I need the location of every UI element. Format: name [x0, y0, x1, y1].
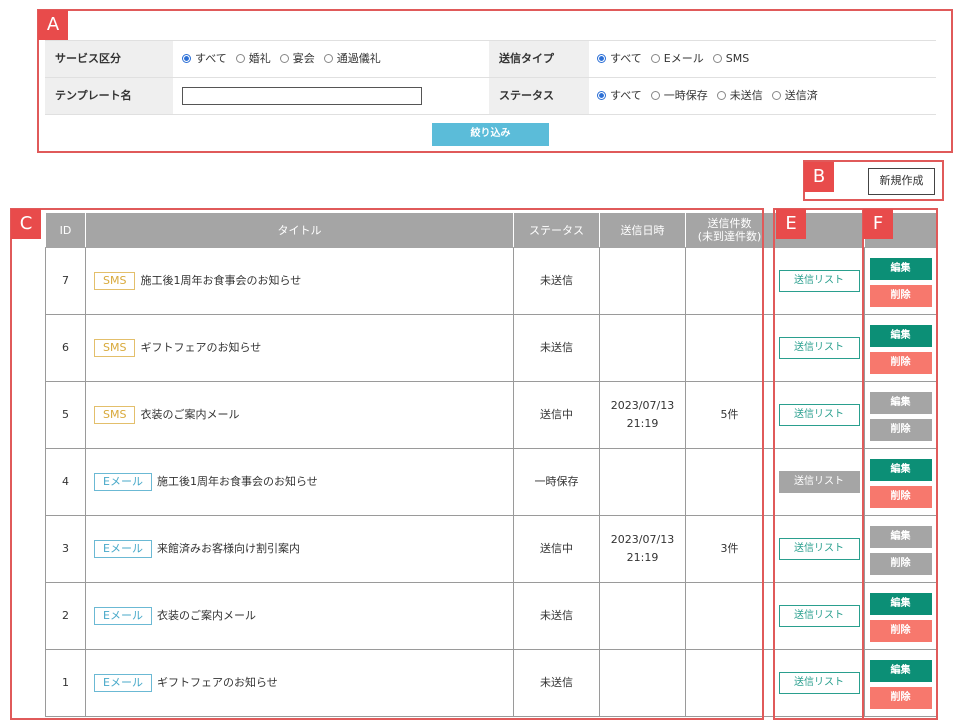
send-type-label: 送信タイプ — [489, 41, 589, 77]
send-type-radio-1[interactable]: Eメール — [650, 41, 704, 77]
status-radio-label: すべて — [610, 89, 642, 102]
annotation-frame-f — [862, 208, 938, 720]
service-label: サービス区分 — [45, 41, 173, 77]
send-type-radio-label: すべて — [610, 52, 642, 65]
service-radio-3[interactable]: 通過儀礼 — [323, 41, 381, 77]
status-radio-dot — [771, 91, 781, 100]
service-radio-2[interactable]: 宴会 — [279, 41, 315, 77]
filter-button[interactable]: 絞り込み — [432, 123, 549, 146]
template-name-input[interactable] — [182, 87, 422, 105]
status-radio-2[interactable]: 未送信 — [716, 78, 763, 114]
annotation-label-f: F — [863, 209, 893, 239]
service-radio-label: 宴会 — [292, 52, 315, 65]
status-radio-dot — [650, 91, 660, 100]
annotation-label-b: B — [804, 162, 834, 192]
status-radio-dot — [597, 91, 606, 100]
status-radio-dot — [716, 91, 726, 100]
status-radio-label: 送信済 — [784, 89, 818, 102]
template-label: テンプレート名 — [45, 78, 173, 114]
annotation-label-c: C — [11, 209, 41, 239]
status-radio-3[interactable]: 送信済 — [771, 78, 818, 114]
annotation-frame-e — [773, 208, 864, 720]
send-type-radio-2[interactable]: SMS — [712, 41, 750, 77]
filter-row-service: サービス区分 すべて 婚礼 宴会 通過儀礼 送信タイプ すべて Eメール SMS — [45, 40, 936, 77]
filter-row-template: テンプレート名 ステータス すべて 一時保存 未送信 送信済 — [45, 77, 936, 115]
service-radio-label: 通過儀礼 — [336, 52, 381, 65]
send-type-radio-dot — [597, 54, 606, 63]
service-radio-dot — [235, 54, 245, 63]
service-radio-label: すべて — [195, 52, 227, 65]
status-radio-1[interactable]: 一時保存 — [650, 78, 708, 114]
status-radio-label: 未送信 — [729, 89, 763, 102]
status-radio-label: 一時保存 — [663, 89, 708, 102]
status-radio-group: すべて 一時保存 未送信 送信済 — [597, 78, 827, 114]
status-label: ステータス — [489, 78, 589, 114]
annotation-label-e: E — [776, 209, 806, 239]
send-type-radio-label: SMS — [725, 52, 750, 65]
service-radio-dot — [323, 54, 333, 63]
service-radio-dot — [182, 54, 191, 63]
service-radio-label: 婚礼 — [248, 52, 271, 65]
annotation-label-a: A — [38, 10, 68, 40]
service-radio-dot — [279, 54, 289, 63]
service-radio-0[interactable]: すべて — [182, 41, 227, 77]
service-radio-group: すべて 婚礼 宴会 通過儀礼 — [182, 41, 390, 77]
service-radio-1[interactable]: 婚礼 — [235, 41, 271, 77]
send-type-radio-group: すべて Eメール SMS — [597, 41, 758, 77]
send-type-radio-0[interactable]: すべて — [597, 41, 642, 77]
send-type-radio-dot — [712, 54, 722, 63]
new-create-button[interactable]: 新規作成 — [868, 168, 935, 195]
send-type-radio-label: Eメール — [663, 52, 704, 65]
annotation-frame-c — [10, 208, 764, 720]
send-type-radio-dot — [650, 54, 660, 63]
status-radio-0[interactable]: すべて — [597, 78, 642, 114]
